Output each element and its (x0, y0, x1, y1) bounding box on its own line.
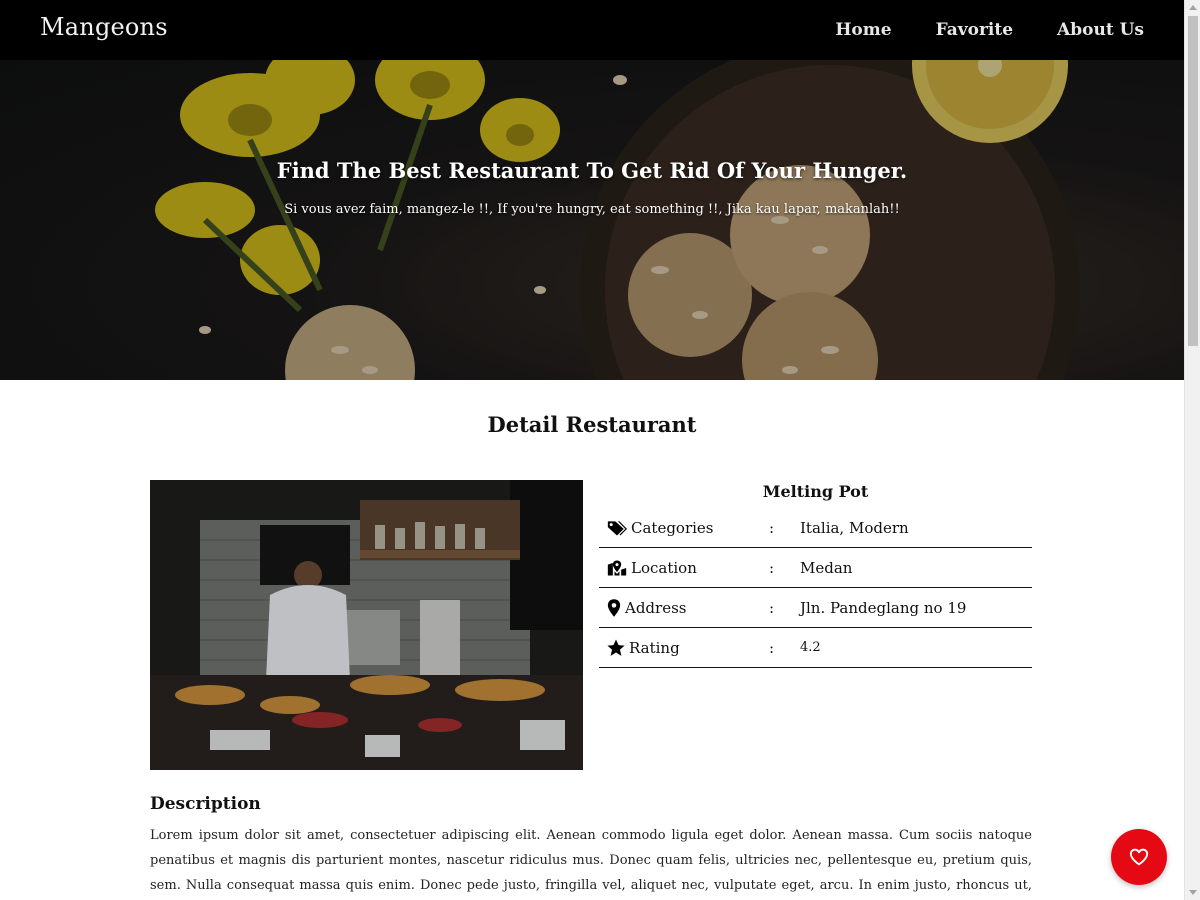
address-label: Address (625, 598, 687, 617)
info-separator: : (769, 638, 775, 657)
hero-overlay (0, 60, 1184, 380)
nav-link-about-us[interactable]: About Us (1057, 20, 1144, 40)
description-text: Lorem ipsum dolor sit amet, consectetuer… (150, 828, 1032, 893)
map-pin-icon (607, 598, 621, 617)
categories-label: Categories (631, 518, 714, 537)
info-row-location: Location : Medan (599, 548, 1032, 588)
rating-label: Rating (629, 638, 680, 657)
location-label: Location (631, 558, 697, 577)
info-separator: : (769, 558, 775, 577)
hero-title: Find The Best Restaurant To Get Rid Of Y… (276, 158, 908, 183)
rating-value: 4.2 (800, 640, 821, 655)
categories-value: Italia, Modern (800, 518, 909, 537)
brand-logo[interactable]: Mangeons (40, 13, 168, 41)
favorite-button[interactable] (1111, 829, 1167, 885)
heart-icon (1129, 848, 1149, 866)
info-row-rating: Rating : 4.2 (599, 628, 1032, 668)
info-label-address: Address (599, 599, 764, 617)
restaurant-image (150, 480, 583, 770)
location-value: Medan (800, 558, 853, 577)
scroll-up-arrow-icon[interactable] (1189, 5, 1197, 10)
info-label-location: Location (599, 559, 764, 577)
nav-link-favorite[interactable]: Favorite (936, 20, 1013, 40)
address-value: Jln. Pandeglang no 19 (800, 598, 967, 617)
hero-subtitle: Si vous avez faim, mangez-le !!, If you'… (284, 202, 900, 217)
info-row-address: Address : Jln. Pandeglang no 19 (599, 588, 1032, 628)
info-label-categories: Categories (599, 519, 764, 537)
page-scrollbar[interactable] (1184, 0, 1200, 900)
info-label-rating: Rating (599, 639, 764, 657)
info-separator: : (769, 518, 775, 537)
restaurant-photo (150, 480, 583, 770)
top-navbar: Mangeons Home Favorite About Us (0, 0, 1184, 60)
tags-icon (607, 520, 627, 535)
hero-banner: Find The Best Restaurant To Get Rid Of Y… (0, 60, 1184, 380)
scroll-thumb[interactable] (1188, 16, 1198, 346)
restaurant-info-panel: Melting Pot Categories : Italia, Modern … (599, 480, 1032, 668)
info-row-categories: Categories : Italia, Modern (599, 508, 1032, 548)
info-separator: : (769, 598, 775, 617)
nav-link-home[interactable]: Home (835, 20, 891, 40)
star-icon (607, 638, 625, 656)
description-heading: Description (150, 794, 261, 814)
nav-links: Home Favorite About Us (791, 20, 1144, 40)
restaurant-name: Melting Pot (762, 482, 869, 501)
detail-section-title: Detail Restaurant (487, 412, 697, 437)
scroll-down-arrow-icon[interactable] (1189, 890, 1197, 895)
map-location-icon (607, 560, 627, 575)
